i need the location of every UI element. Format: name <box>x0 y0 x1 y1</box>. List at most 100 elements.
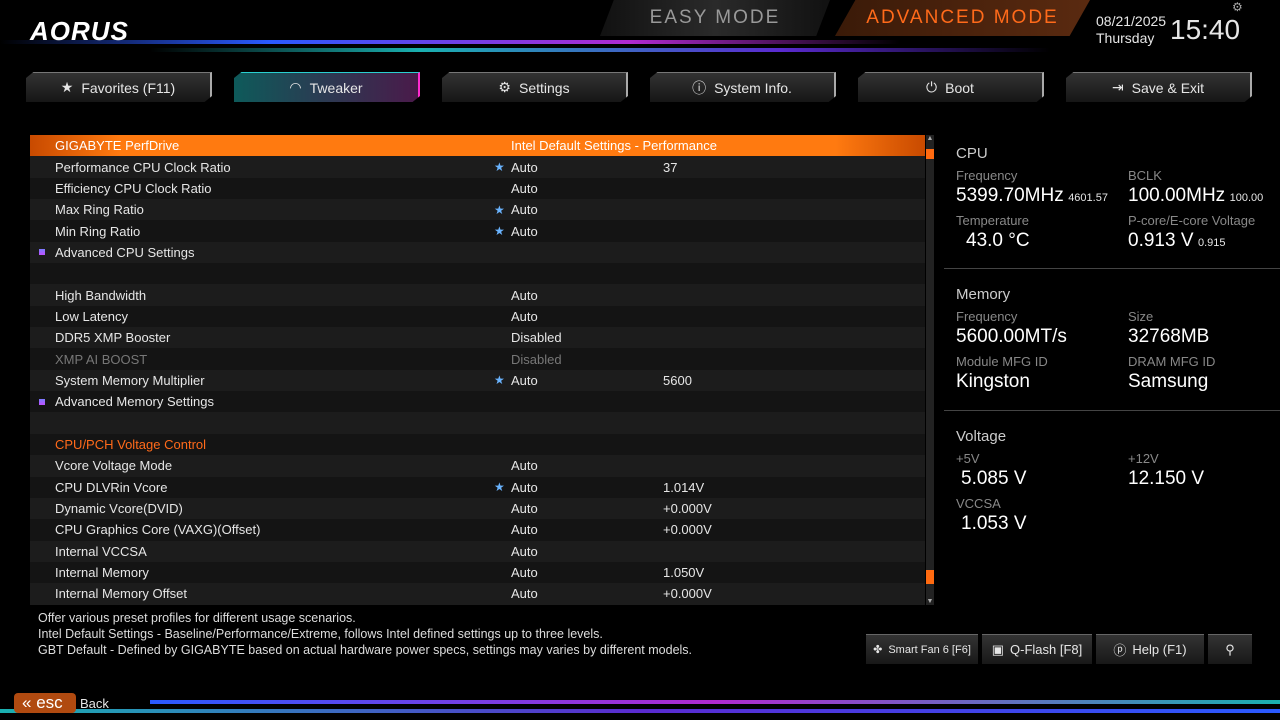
easy-mode-button[interactable]: EASY MODE <box>600 0 830 36</box>
setting-row[interactable]: Efficiency CPU Clock Ratio Auto <box>30 178 925 199</box>
setting-value: Intel Default Settings - Performance <box>511 138 717 153</box>
core-volt-sub: 0.915 <box>1198 237 1226 249</box>
current-value: 37 <box>663 160 677 175</box>
advanced-mode-button[interactable]: ADVANCED MODE <box>835 0 1090 36</box>
setting-row[interactable]: Dynamic Vcore(DVID)Auto+0.000V <box>30 498 925 519</box>
setting-row[interactable]: DDR5 XMP BoosterDisabled <box>30 327 925 348</box>
favorite-star-icon[interactable]: ★ <box>494 373 505 387</box>
setting-value: Auto <box>511 181 538 196</box>
tab-label: Boot <box>945 80 974 96</box>
qflash-button[interactable]: ▣ Q-Flash [F8] <box>982 634 1092 664</box>
setting-name: CPU DLVRin Vcore <box>55 480 167 495</box>
tab-save-exit[interactable]: ⇥Save & Exit <box>1066 72 1252 102</box>
cpu-temp: 43.0 °C <box>956 230 1128 252</box>
setting-row[interactable]: High BandwidthAuto <box>30 284 925 305</box>
setting-row[interactable]: CPU Graphics Core (VAXG)(Offset)Auto+0.0… <box>30 519 925 540</box>
setting-row[interactable]: Min Ring Ratio ★ Auto <box>30 220 925 241</box>
setting-value: Auto <box>511 565 538 580</box>
submenu-item[interactable]: Advanced Memory Settings <box>30 391 925 412</box>
tab-settings[interactable]: ⚙Settings <box>442 72 628 102</box>
setting-name: Efficiency CPU Clock Ratio <box>55 181 212 196</box>
setting-row[interactable]: GIGABYTE PerfDriveIntel Default Settings… <box>30 135 925 156</box>
temp-label: Temperature <box>956 213 1128 228</box>
power-icon: ⏻ <box>926 79 937 96</box>
scroll-down-icon[interactable]: ▼ <box>926 598 934 605</box>
setting-value: Auto <box>511 458 538 473</box>
search-button[interactable]: ⚲ <box>1208 634 1252 664</box>
current-value: +0.000V <box>663 586 712 601</box>
favorite-star-icon[interactable]: ★ <box>494 480 505 494</box>
back-label[interactable]: Back <box>80 696 109 711</box>
setting-row[interactable]: Low LatencyAuto <box>30 306 925 327</box>
scroll-marker <box>926 570 934 584</box>
setting-name: CPU/PCH Voltage Control <box>55 437 206 452</box>
help-icon: ⓟ <box>1113 640 1126 659</box>
qflash-label: Q-Flash [F8] <box>1010 642 1082 657</box>
setting-row[interactable]: Internal Memory Offset Auto +0.000V <box>30 583 925 604</box>
tab-label: Tweaker <box>310 80 363 96</box>
setting-value: Auto <box>511 202 538 217</box>
setting-row[interactable]: Vcore Voltage ModeAuto <box>30 455 925 476</box>
scroll-up-icon[interactable]: ▲ <box>926 135 934 142</box>
current-value: 1.014V <box>663 480 704 495</box>
scroll-thumb[interactable] <box>926 149 934 159</box>
setting-value: Auto <box>511 586 538 601</box>
help-text: Offer various preset profiles for differ… <box>38 610 692 658</box>
setting-value: Auto <box>511 522 538 537</box>
tab-system-info[interactable]: ⓘSystem Info. <box>650 72 836 102</box>
divider <box>944 410 1280 411</box>
setting-name: Internal Memory <box>55 565 149 580</box>
dram-mfg-label: DRAM MFG ID <box>1128 354 1268 369</box>
core-volt-label: P-core/E-core Voltage <box>1128 213 1268 228</box>
submenu-item[interactable]: Advanced CPU Settings <box>30 242 925 263</box>
setting-value: Auto <box>511 224 538 239</box>
tab-boot[interactable]: ⏻ Boot <box>858 72 1044 102</box>
setting-value: Auto <box>511 544 538 559</box>
setting-name: Dynamic Vcore(DVID) <box>55 501 183 516</box>
setting-name: CPU Graphics Core (VAXG)(Offset) <box>55 522 260 537</box>
setting-value: Auto <box>511 480 538 495</box>
current-value: 5600 <box>663 373 692 388</box>
setting-name: Performance CPU Clock Ratio <box>55 160 231 175</box>
setting-name: Advanced Memory Settings <box>55 394 214 409</box>
setting-value: Disabled <box>511 352 562 367</box>
help-label: Help (F1) <box>1132 642 1186 657</box>
voltage-title: Voltage <box>956 428 1266 445</box>
setting-row[interactable]: Internal Memory Auto 1.050V <box>30 562 925 583</box>
setting-row[interactable]: Performance CPU Clock Ratio★Auto37 <box>30 156 925 177</box>
esc-button[interactable]: « esc <box>14 693 76 713</box>
setting-name: XMP AI BOOST <box>55 352 147 367</box>
mem-size: 32768MB <box>1128 326 1268 348</box>
setting-row[interactable]: Internal VCCSAAuto <box>30 541 925 562</box>
v12-label: +12V <box>1128 451 1268 466</box>
setting-name: Advanced CPU Settings <box>55 245 194 260</box>
favorite-star-icon[interactable]: ★ <box>494 203 505 217</box>
tab-favorites[interactable]: ★Favorites (F11) <box>26 72 212 102</box>
setting-name: Internal Memory Offset <box>55 586 187 601</box>
current-value: 1.050V <box>663 565 704 580</box>
setting-row[interactable]: CPU DLVRin Vcore ★ Auto 1.014V <box>30 477 925 498</box>
setting-row[interactable]: System Memory Multiplier★Auto5600 <box>30 370 925 391</box>
favorite-star-icon[interactable]: ★ <box>494 160 505 174</box>
submenu-icon <box>39 399 45 405</box>
setting-name: Min Ring Ratio <box>55 224 140 239</box>
esc-label: esc <box>36 693 62 713</box>
favorite-star-icon[interactable]: ★ <box>494 224 505 238</box>
tab-tweaker[interactable]: ◠Tweaker <box>234 72 420 102</box>
setting-value: Disabled <box>511 330 562 345</box>
date: 08/21/2025 <box>1096 13 1166 30</box>
cpu-title: CPU <box>956 145 1266 162</box>
help-line: Offer various preset profiles for differ… <box>38 610 692 626</box>
v5-value: 5.085 V <box>956 468 1128 490</box>
settings-gear-icon[interactable]: ⚙ <box>1232 0 1243 14</box>
settings-list: GIGABYTE PerfDriveIntel Default Settings… <box>30 135 925 605</box>
chip-icon: ▣ <box>992 642 1004 658</box>
decor-stripe <box>150 48 1050 52</box>
scrollbar[interactable]: ▲ ▼ <box>926 135 934 605</box>
memory-title: Memory <box>956 286 1266 303</box>
v5-label: +5V <box>956 451 1128 466</box>
setting-row[interactable]: Max Ring Ratio★Auto <box>30 199 925 220</box>
gear-icon: ⚙ <box>498 79 511 96</box>
help-button[interactable]: ⓟ Help (F1) <box>1096 634 1204 664</box>
smart-fan-button[interactable]: ✤Smart Fan 6 [F6] <box>866 634 978 664</box>
